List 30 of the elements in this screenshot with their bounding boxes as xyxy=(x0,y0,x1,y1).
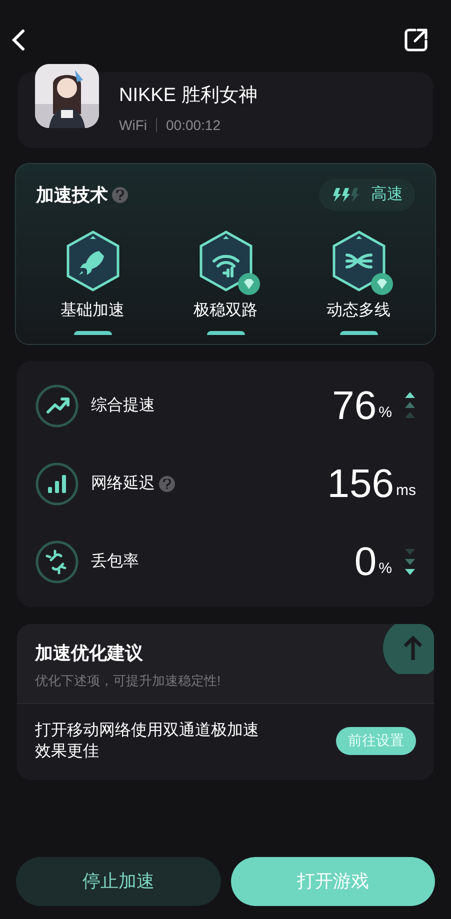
stop-button[interactable]: 停止加速 xyxy=(16,857,220,906)
tech-label: 动态多线 xyxy=(326,300,390,321)
speed-icon xyxy=(35,384,79,428)
network-type: WiFi xyxy=(119,116,147,134)
open-game-button[interactable]: 打开游戏 xyxy=(230,857,435,906)
tech-label: 极稳双路 xyxy=(194,301,258,321)
stat-value: 0 xyxy=(354,540,377,584)
latency-icon xyxy=(35,462,79,506)
suggestion-text: 打开移动网络使用双通道极加速效果更佳 xyxy=(35,720,260,762)
tech-label: 基础加速 xyxy=(60,300,124,321)
elapsed-time: 00:00:12 xyxy=(166,116,220,134)
loss-icon xyxy=(35,540,79,584)
stat-value: 76 xyxy=(332,384,377,428)
help-icon[interactable] xyxy=(112,187,128,203)
game-title: NIKKE 胜利女神 xyxy=(119,84,258,106)
back-icon[interactable] xyxy=(10,28,26,52)
stat-unit: % xyxy=(378,402,392,422)
share-icon[interactable] xyxy=(403,27,429,53)
stat-unit: ms xyxy=(396,480,416,500)
help-icon[interactable] xyxy=(159,476,175,492)
stat-label: 综合提速 xyxy=(91,396,155,416)
suggestion-subtitle: 优化下述项，可提升加速稳定性! xyxy=(35,672,222,690)
section-title: 加速技术 xyxy=(36,184,108,206)
speed-label: 高速 xyxy=(371,184,403,205)
stat-label: 丢包率 xyxy=(91,552,139,572)
stat-label: 网络延迟 xyxy=(91,474,155,494)
stat-unit: % xyxy=(378,558,392,578)
suggestion-title: 加速优化建议 xyxy=(35,642,144,665)
stat-value: 156 xyxy=(327,462,394,506)
go-settings-button[interactable]: 前往设置 xyxy=(336,726,416,754)
